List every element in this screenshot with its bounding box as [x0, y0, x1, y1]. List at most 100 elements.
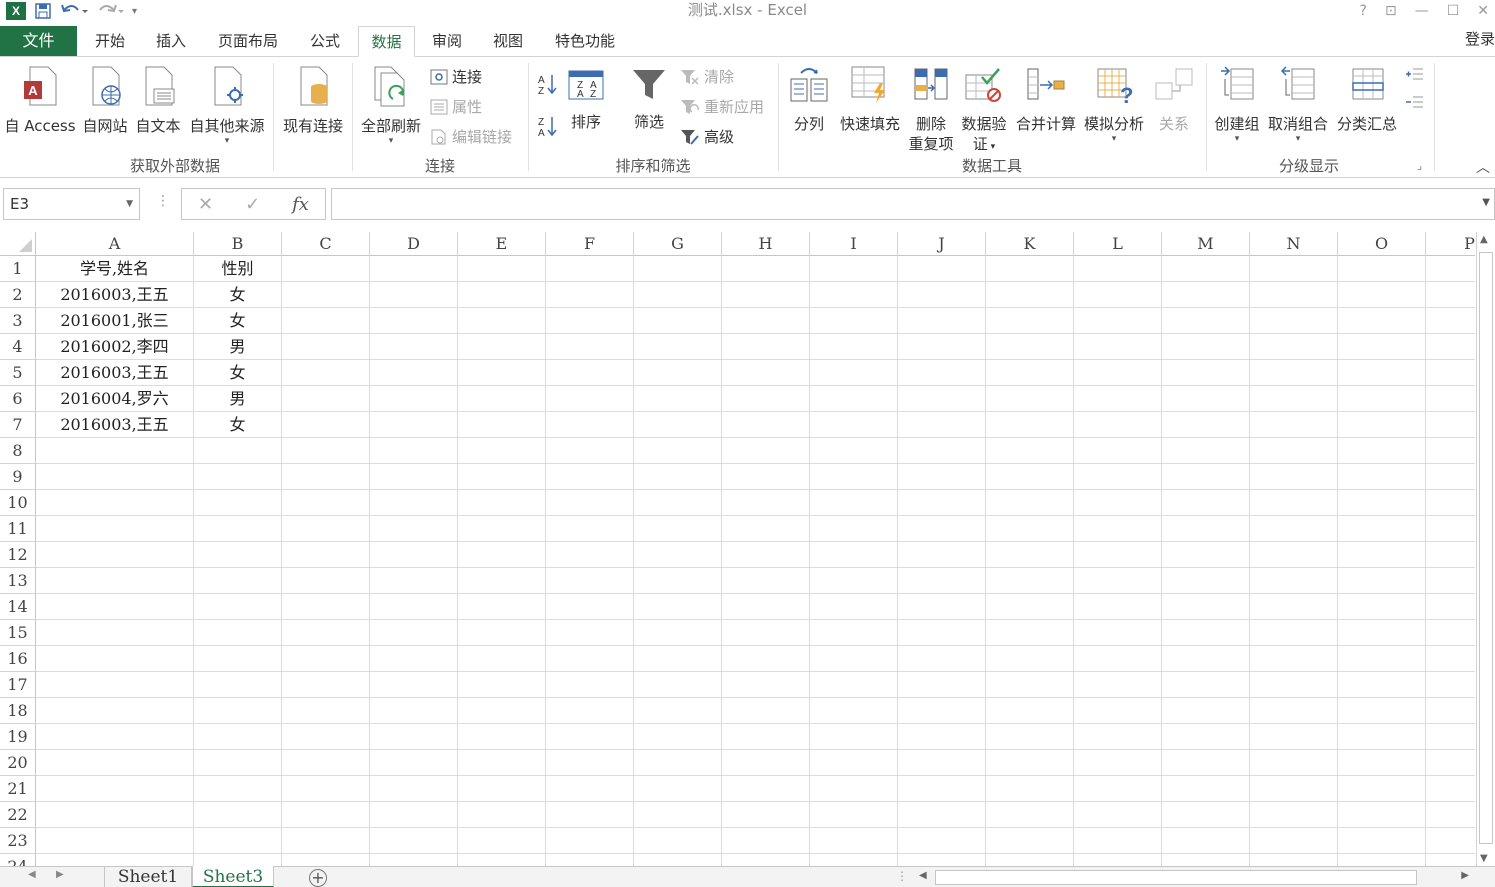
name-box[interactable]: E3 ▼ — [3, 188, 140, 220]
cell-C6[interactable] — [282, 386, 370, 412]
cell-O21[interactable] — [1338, 776, 1426, 802]
cell-M6[interactable] — [1162, 386, 1250, 412]
enter-icon[interactable]: ✓ — [245, 194, 260, 215]
expand-formula-bar-icon[interactable]: ▼ — [1482, 197, 1490, 208]
cell-D9[interactable] — [370, 464, 458, 490]
cell-E8[interactable] — [458, 438, 546, 464]
cell-F23[interactable] — [546, 828, 634, 854]
cell-H16[interactable] — [722, 646, 810, 672]
cell-G17[interactable] — [634, 672, 722, 698]
worksheet-grid[interactable]: A B C D E F G H I J K L M N O P 1 学号,姓名 性别 2 2016003,王五女 3 201… — [0, 232, 1475, 866]
column-header[interactable]: K — [986, 232, 1074, 256]
cell-M8[interactable] — [1162, 438, 1250, 464]
cell-F6[interactable] — [546, 386, 634, 412]
cell-E6[interactable] — [458, 386, 546, 412]
cell-H23[interactable] — [722, 828, 810, 854]
cell-J14[interactable] — [898, 594, 986, 620]
cell-F4[interactable] — [546, 334, 634, 360]
cell-L2[interactable] — [1074, 282, 1162, 308]
cell-C7[interactable] — [282, 412, 370, 438]
cell-J2[interactable] — [898, 282, 986, 308]
cell-M17[interactable] — [1162, 672, 1250, 698]
cell-K12[interactable] — [986, 542, 1074, 568]
cell-L12[interactable] — [1074, 542, 1162, 568]
remove-duplicates-button[interactable]: 删除 重复项 — [905, 65, 957, 154]
cell-A12[interactable] — [36, 542, 194, 568]
existing-connections-button[interactable]: 现有连接 — [278, 65, 348, 136]
cell-G10[interactable] — [634, 490, 722, 516]
cell-M2[interactable] — [1162, 282, 1250, 308]
cell-P18[interactable] — [1426, 698, 1475, 724]
cell-N19[interactable] — [1250, 724, 1338, 750]
cell-K7[interactable] — [986, 412, 1074, 438]
cell-I19[interactable] — [810, 724, 898, 750]
cell-M5[interactable] — [1162, 360, 1250, 386]
tab-view[interactable]: 视图 — [482, 26, 534, 56]
cell-C1[interactable] — [282, 256, 370, 282]
ungroup-button[interactable]: 取消组合 ▾ — [1264, 65, 1332, 144]
cell-N23[interactable] — [1250, 828, 1338, 854]
row-header[interactable]: 4 — [0, 334, 36, 360]
cell-B16[interactable] — [194, 646, 282, 672]
cell-G20[interactable] — [634, 750, 722, 776]
cell-K21[interactable] — [986, 776, 1074, 802]
cell-B22[interactable] — [194, 802, 282, 828]
cell-E7[interactable] — [458, 412, 546, 438]
cell-P1[interactable] — [1426, 256, 1475, 282]
cell-A16[interactable] — [36, 646, 194, 672]
row-header[interactable]: 6 — [0, 386, 36, 412]
cell-I1[interactable] — [810, 256, 898, 282]
column-header[interactable]: E — [458, 232, 546, 256]
cell-L3[interactable] — [1074, 308, 1162, 334]
cell-A24[interactable] — [36, 854, 194, 866]
cell-E24[interactable] — [458, 854, 546, 866]
cell-O5[interactable] — [1338, 360, 1426, 386]
sort-button[interactable]: ZAAZ 排序 — [565, 67, 607, 132]
cell-D17[interactable] — [370, 672, 458, 698]
vertical-scrollbar[interactable]: ▲ ▼ — [1476, 232, 1495, 866]
cell-B1[interactable]: 性别 — [194, 256, 282, 282]
cell-N10[interactable] — [1250, 490, 1338, 516]
cell-N6[interactable] — [1250, 386, 1338, 412]
sheet-tab-sheet1[interactable]: Sheet1 — [104, 866, 192, 887]
cell-M4[interactable] — [1162, 334, 1250, 360]
cell-F3[interactable] — [546, 308, 634, 334]
cell-O1[interactable] — [1338, 256, 1426, 282]
cell-I6[interactable] — [810, 386, 898, 412]
cell-M23[interactable] — [1162, 828, 1250, 854]
sign-in-link[interactable]: 登录 — [1465, 26, 1495, 52]
scroll-left-icon[interactable]: ◀ — [919, 870, 927, 881]
cell-C14[interactable] — [282, 594, 370, 620]
cell-D16[interactable] — [370, 646, 458, 672]
cell-M10[interactable] — [1162, 490, 1250, 516]
tab-review[interactable]: 审阅 — [421, 26, 473, 56]
cell-N22[interactable] — [1250, 802, 1338, 828]
cell-P14[interactable] — [1426, 594, 1475, 620]
cell-C23[interactable] — [282, 828, 370, 854]
cell-K1[interactable] — [986, 256, 1074, 282]
properties-button[interactable]: 属性 — [430, 96, 482, 117]
cell-N16[interactable] — [1250, 646, 1338, 672]
cell-H5[interactable] — [722, 360, 810, 386]
vertical-scroll-thumb[interactable] — [1479, 252, 1493, 844]
cell-J18[interactable] — [898, 698, 986, 724]
insert-function-icon[interactable]: fx — [292, 194, 309, 215]
cell-B15[interactable] — [194, 620, 282, 646]
cell-G12[interactable] — [634, 542, 722, 568]
cell-O9[interactable] — [1338, 464, 1426, 490]
cell-F15[interactable] — [546, 620, 634, 646]
cell-N5[interactable] — [1250, 360, 1338, 386]
cell-K8[interactable] — [986, 438, 1074, 464]
cell-A22[interactable] — [36, 802, 194, 828]
cell-G5[interactable] — [634, 360, 722, 386]
cell-G2[interactable] — [634, 282, 722, 308]
cell-I16[interactable] — [810, 646, 898, 672]
cell-J8[interactable] — [898, 438, 986, 464]
cell-O3[interactable] — [1338, 308, 1426, 334]
cell-G21[interactable] — [634, 776, 722, 802]
row-header[interactable]: 24 — [0, 854, 36, 866]
cell-P17[interactable] — [1426, 672, 1475, 698]
cell-E22[interactable] — [458, 802, 546, 828]
row-header[interactable]: 23 — [0, 828, 36, 854]
row-header[interactable]: 19 — [0, 724, 36, 750]
